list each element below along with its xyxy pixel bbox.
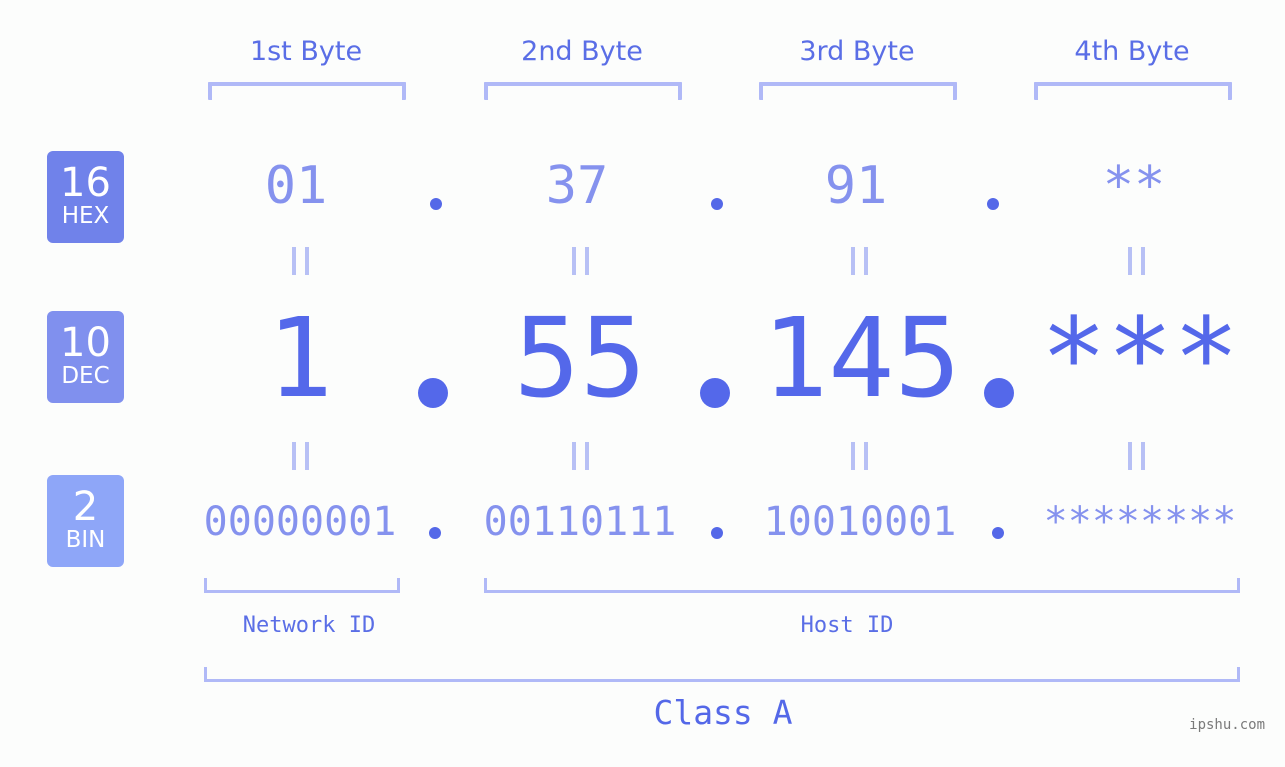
dec-byte-1: 1 bbox=[266, 294, 334, 422]
bin-badge-label: BIN bbox=[65, 527, 106, 553]
byte-bracket-3 bbox=[759, 82, 957, 100]
hex-separator-dot-2 bbox=[711, 198, 723, 210]
byte-header-3: 3rd Byte bbox=[799, 36, 915, 67]
hex-badge: 16 HEX bbox=[47, 151, 124, 243]
dec-badge: 10 DEC bbox=[47, 311, 124, 403]
hex-separator-dot-3 bbox=[987, 198, 999, 210]
hex-byte-3: 91 bbox=[824, 156, 888, 216]
bin-byte-1: 00000001 bbox=[203, 499, 397, 545]
equals-icon bbox=[1128, 442, 1145, 470]
byte-bracket-4 bbox=[1034, 82, 1232, 100]
dec-separator-dot-3 bbox=[984, 378, 1014, 408]
byte-header-4: 4th Byte bbox=[1074, 36, 1190, 67]
bin-byte-2: 00110111 bbox=[483, 499, 677, 545]
bin-badge-number: 2 bbox=[72, 484, 99, 530]
dec-byte-4: *** bbox=[1040, 294, 1240, 422]
dec-badge-label: DEC bbox=[61, 363, 110, 389]
byte-bracket-1 bbox=[208, 82, 406, 100]
bin-byte-3: 10010001 bbox=[763, 499, 957, 545]
hex-badge-label: HEX bbox=[61, 203, 110, 229]
hex-badge-number: 16 bbox=[60, 160, 111, 206]
byte-header-2: 2nd Byte bbox=[521, 36, 643, 67]
host-id-bracket bbox=[484, 578, 1240, 593]
hex-separator-dot-1 bbox=[430, 198, 442, 210]
dec-byte-2: 55 bbox=[513, 294, 647, 422]
bin-separator-dot-3 bbox=[992, 527, 1004, 539]
class-bracket bbox=[204, 667, 1240, 682]
bin-separator-dot-1 bbox=[429, 527, 441, 539]
dec-separator-dot-1 bbox=[418, 378, 448, 408]
class-label: Class A bbox=[653, 693, 793, 732]
dec-separator-dot-2 bbox=[700, 378, 730, 408]
network-id-label: Network ID bbox=[242, 613, 376, 638]
equals-icon bbox=[572, 442, 589, 470]
bin-byte-4: ******** bbox=[1043, 499, 1237, 545]
equals-icon bbox=[851, 247, 868, 275]
network-id-bracket bbox=[204, 578, 400, 593]
equals-icon bbox=[292, 247, 309, 275]
byte-bracket-2 bbox=[484, 82, 682, 100]
byte-header-1: 1st Byte bbox=[249, 36, 363, 67]
hex-byte-1: 01 bbox=[264, 156, 328, 216]
hex-byte-2: 37 bbox=[545, 156, 609, 216]
equals-icon bbox=[292, 442, 309, 470]
equals-icon bbox=[572, 247, 589, 275]
hex-byte-4: ** bbox=[1102, 156, 1166, 216]
equals-icon bbox=[851, 442, 868, 470]
host-id-label: Host ID bbox=[800, 613, 894, 638]
dec-byte-3: 145 bbox=[762, 294, 961, 422]
bin-separator-dot-2 bbox=[711, 527, 723, 539]
dec-badge-number: 10 bbox=[60, 320, 111, 366]
bin-badge: 2 BIN bbox=[47, 475, 124, 567]
watermark: ipshu.com bbox=[1189, 717, 1265, 733]
equals-icon bbox=[1128, 247, 1145, 275]
